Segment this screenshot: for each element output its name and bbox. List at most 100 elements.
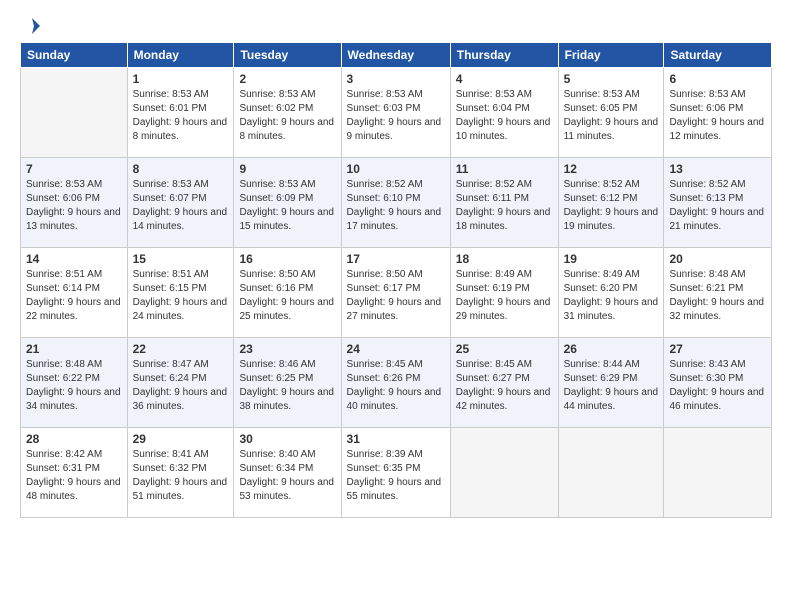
day-number: 1: [133, 72, 229, 86]
calendar-cell: 9 Sunrise: 8:53 AMSunset: 6:09 PMDaylight…: [234, 158, 341, 248]
calendar-cell: 2 Sunrise: 8:53 AMSunset: 6:02 PMDaylight…: [234, 68, 341, 158]
weekday-header-wednesday: Wednesday: [341, 43, 450, 68]
day-info: Sunrise: 8:53 AMSunset: 6:03 PMDaylight:…: [347, 88, 445, 144]
calendar-cell: [450, 428, 558, 518]
day-info: Sunrise: 8:52 AMSunset: 6:13 PMDaylight:…: [669, 178, 766, 234]
calendar-cell: 3 Sunrise: 8:53 AMSunset: 6:03 PMDaylight…: [341, 68, 450, 158]
calendar-cell: 14 Sunrise: 8:51 AMSunset: 6:14 PMDayligh…: [21, 248, 128, 338]
calendar-cell: 12 Sunrise: 8:52 AMSunset: 6:12 PMDayligh…: [558, 158, 664, 248]
day-info: Sunrise: 8:40 AMSunset: 6:34 PMDaylight:…: [239, 448, 335, 504]
weekday-header-tuesday: Tuesday: [234, 43, 341, 68]
day-number: 8: [133, 162, 229, 176]
day-number: 13: [669, 162, 766, 176]
weekday-header-sunday: Sunday: [21, 43, 128, 68]
day-info: Sunrise: 8:41 AMSunset: 6:32 PMDaylight:…: [133, 448, 229, 504]
day-info: Sunrise: 8:45 AMSunset: 6:27 PMDaylight:…: [456, 358, 553, 414]
day-number: 9: [239, 162, 335, 176]
day-info: Sunrise: 8:49 AMSunset: 6:19 PMDaylight:…: [456, 268, 553, 324]
day-info: Sunrise: 8:51 AMSunset: 6:15 PMDaylight:…: [133, 268, 229, 324]
calendar-cell: 29 Sunrise: 8:41 AMSunset: 6:32 PMDayligh…: [127, 428, 234, 518]
day-number: 4: [456, 72, 553, 86]
day-number: 14: [26, 252, 122, 266]
calendar-cell: 19 Sunrise: 8:49 AMSunset: 6:20 PMDayligh…: [558, 248, 664, 338]
day-info: Sunrise: 8:52 AMSunset: 6:11 PMDaylight:…: [456, 178, 553, 234]
day-info: Sunrise: 8:42 AMSunset: 6:31 PMDaylight:…: [26, 448, 122, 504]
day-info: Sunrise: 8:48 AMSunset: 6:22 PMDaylight:…: [26, 358, 122, 414]
calendar-cell: [558, 428, 664, 518]
day-info: Sunrise: 8:45 AMSunset: 6:26 PMDaylight:…: [347, 358, 445, 414]
day-info: Sunrise: 8:52 AMSunset: 6:12 PMDaylight:…: [564, 178, 659, 234]
day-number: 26: [564, 342, 659, 356]
day-info: Sunrise: 8:53 AMSunset: 6:01 PMDaylight:…: [133, 88, 229, 144]
day-number: 12: [564, 162, 659, 176]
calendar-cell: 5Sunrise: 8:53 AMSunset: 6:05 PMDaylight…: [558, 68, 664, 158]
calendar-cell: 18 Sunrise: 8:49 AMSunset: 6:19 PMDayligh…: [450, 248, 558, 338]
calendar-cell: 31 Sunrise: 8:39 AMSunset: 6:35 PMDayligh…: [341, 428, 450, 518]
calendar-week-row: 21 Sunrise: 8:48 AMSunset: 6:22 PMDayligh…: [21, 338, 772, 428]
day-info: Sunrise: 8:47 AMSunset: 6:24 PMDaylight:…: [133, 358, 229, 414]
day-number: 29: [133, 432, 229, 446]
day-number: 31: [347, 432, 445, 446]
weekday-header-row: SundayMondayTuesdayWednesdayThursdayFrid…: [21, 43, 772, 68]
day-number: 27: [669, 342, 766, 356]
day-info: Sunrise: 8:51 AMSunset: 6:14 PMDaylight:…: [26, 268, 122, 324]
calendar-week-row: 1 Sunrise: 8:53 AMSunset: 6:01 PMDaylight…: [21, 68, 772, 158]
calendar-cell: 25Sunrise: 8:45 AMSunset: 6:27 PMDayligh…: [450, 338, 558, 428]
calendar-cell: 13 Sunrise: 8:52 AMSunset: 6:13 PMDayligh…: [664, 158, 772, 248]
day-number: 3: [347, 72, 445, 86]
logo-icon: [22, 16, 42, 36]
calendar-cell: 10Sunrise: 8:52 AMSunset: 6:10 PMDayligh…: [341, 158, 450, 248]
day-info: Sunrise: 8:49 AMSunset: 6:20 PMDaylight:…: [564, 268, 659, 324]
logo: [20, 16, 42, 32]
calendar-cell: 30 Sunrise: 8:40 AMSunset: 6:34 PMDayligh…: [234, 428, 341, 518]
calendar-cell: 1 Sunrise: 8:53 AMSunset: 6:01 PMDaylight…: [127, 68, 234, 158]
day-number: 21: [26, 342, 122, 356]
day-number: 5: [564, 72, 659, 86]
calendar-cell: 7Sunrise: 8:53 AMSunset: 6:06 PMDaylight…: [21, 158, 128, 248]
day-number: 24: [347, 342, 445, 356]
day-number: 20: [669, 252, 766, 266]
day-number: 16: [239, 252, 335, 266]
calendar-cell: 8 Sunrise: 8:53 AMSunset: 6:07 PMDaylight…: [127, 158, 234, 248]
day-info: Sunrise: 8:44 AMSunset: 6:29 PMDaylight:…: [564, 358, 659, 414]
calendar-cell: 26 Sunrise: 8:44 AMSunset: 6:29 PMDayligh…: [558, 338, 664, 428]
calendar-week-row: 14 Sunrise: 8:51 AMSunset: 6:14 PMDayligh…: [21, 248, 772, 338]
weekday-header-saturday: Saturday: [664, 43, 772, 68]
day-number: 23: [239, 342, 335, 356]
day-info: Sunrise: 8:53 AMSunset: 6:07 PMDaylight:…: [133, 178, 229, 234]
day-info: Sunrise: 8:52 AMSunset: 6:10 PMDaylight:…: [347, 178, 445, 234]
day-info: Sunrise: 8:53 AMSunset: 6:06 PMDaylight:…: [669, 88, 766, 144]
day-number: 15: [133, 252, 229, 266]
day-number: 22: [133, 342, 229, 356]
calendar-week-row: 7Sunrise: 8:53 AMSunset: 6:06 PMDaylight…: [21, 158, 772, 248]
day-number: 28: [26, 432, 122, 446]
day-number: 30: [239, 432, 335, 446]
day-number: 6: [669, 72, 766, 86]
day-info: Sunrise: 8:50 AMSunset: 6:16 PMDaylight:…: [239, 268, 335, 324]
day-info: Sunrise: 8:39 AMSunset: 6:35 PMDaylight:…: [347, 448, 445, 504]
calendar-cell: 27 Sunrise: 8:43 AMSunset: 6:30 PMDayligh…: [664, 338, 772, 428]
day-number: 17: [347, 252, 445, 266]
calendar-cell: 6 Sunrise: 8:53 AMSunset: 6:06 PMDaylight…: [664, 68, 772, 158]
calendar-cell: 4Sunrise: 8:53 AMSunset: 6:04 PMDaylight…: [450, 68, 558, 158]
calendar-week-row: 28 Sunrise: 8:42 AMSunset: 6:31 PMDayligh…: [21, 428, 772, 518]
calendar-cell: 11Sunrise: 8:52 AMSunset: 6:11 PMDayligh…: [450, 158, 558, 248]
day-info: Sunrise: 8:48 AMSunset: 6:21 PMDaylight:…: [669, 268, 766, 324]
day-number: 2: [239, 72, 335, 86]
day-info: Sunrise: 8:46 AMSunset: 6:25 PMDaylight:…: [239, 358, 335, 414]
calendar-cell: 15 Sunrise: 8:51 AMSunset: 6:15 PMDayligh…: [127, 248, 234, 338]
day-number: 18: [456, 252, 553, 266]
calendar-cell: 24 Sunrise: 8:45 AMSunset: 6:26 PMDayligh…: [341, 338, 450, 428]
day-number: 19: [564, 252, 659, 266]
day-info: Sunrise: 8:53 AMSunset: 6:02 PMDaylight:…: [239, 88, 335, 144]
calendar-cell: 20 Sunrise: 8:48 AMSunset: 6:21 PMDayligh…: [664, 248, 772, 338]
calendar-cell: 22 Sunrise: 8:47 AMSunset: 6:24 PMDayligh…: [127, 338, 234, 428]
calendar-cell: [664, 428, 772, 518]
day-info: Sunrise: 8:43 AMSunset: 6:30 PMDaylight:…: [669, 358, 766, 414]
page: SundayMondayTuesdayWednesdayThursdayFrid…: [0, 0, 792, 612]
calendar-table: SundayMondayTuesdayWednesdayThursdayFrid…: [20, 42, 772, 518]
calendar-cell: 28 Sunrise: 8:42 AMSunset: 6:31 PMDayligh…: [21, 428, 128, 518]
calendar-cell: [21, 68, 128, 158]
day-info: Sunrise: 8:53 AMSunset: 6:09 PMDaylight:…: [239, 178, 335, 234]
header: [20, 16, 772, 32]
